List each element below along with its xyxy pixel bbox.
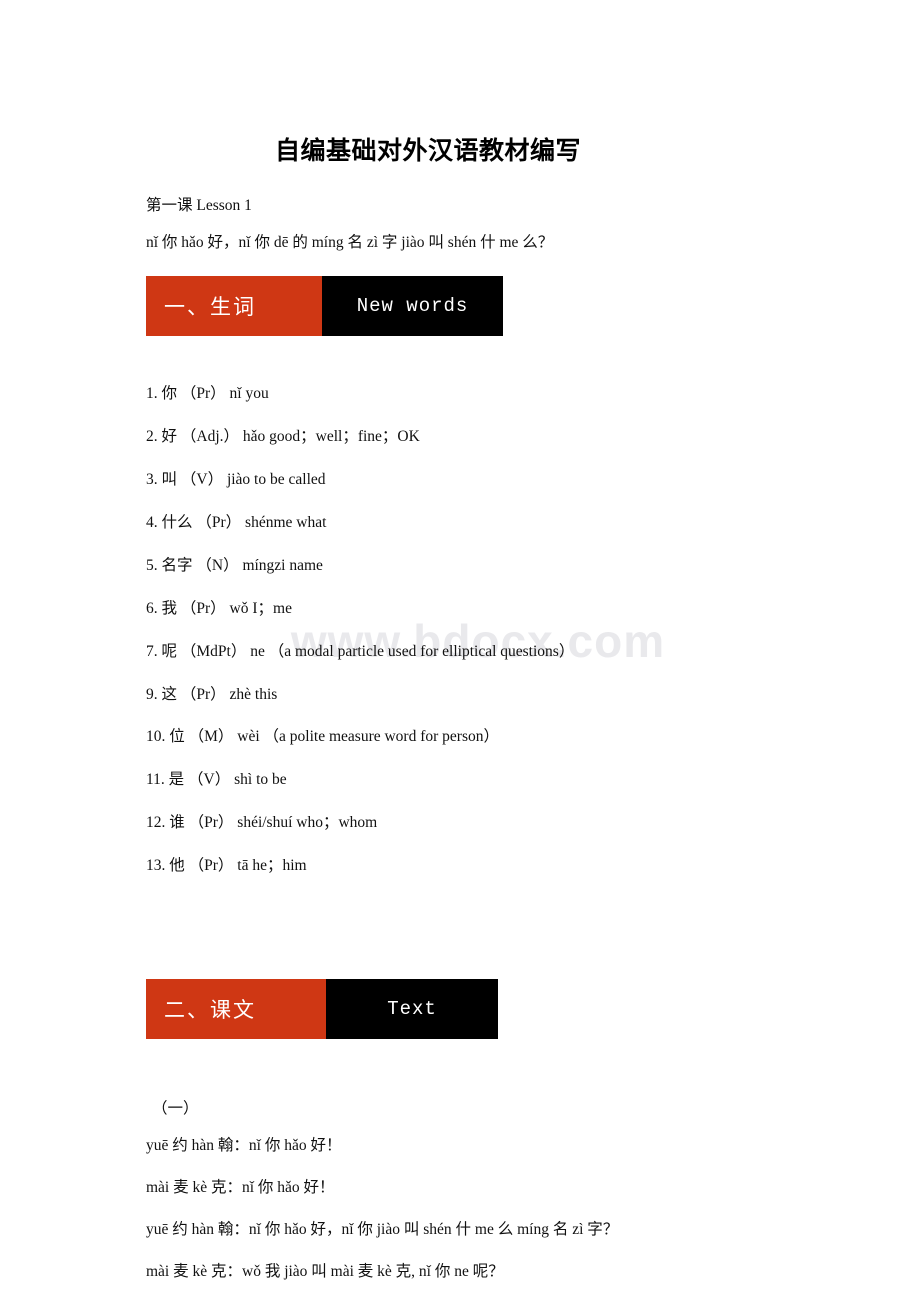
subsection-label: （一） <box>152 1100 199 1118</box>
page-title: 自编基础对外汉语教材编写 <box>274 138 581 165</box>
section-banner-chinese-label: 二、课文 <box>146 979 326 1040</box>
lesson-heading: 第一课 Lesson 1 <box>146 197 252 215</box>
list-item: yuē 约 hàn 翰：nǐ 你 hǎo 好，nǐ 你 jiào 叫 shén … <box>146 1221 619 1238</box>
list-item: 13. 他 （Pr） tā he；him <box>146 857 307 875</box>
list-item: 6. 我 （Pr） wǒ I；me <box>146 599 292 617</box>
list-item: 12. 谁 （Pr） shéi/shuí who；whom <box>146 814 378 832</box>
list-item: 10. 位 （M） wèi （a polite measure word for… <box>146 728 499 746</box>
list-item: 2. 好 （Adj.） hǎo good；well；fine；OK <box>146 428 420 446</box>
list-item: mài 麦 kè 克：nǐ 你 hǎo 好！ <box>146 1179 335 1197</box>
document-page: www.bdocx.com 自编基础对外汉语教材编写 第一课 Lesson 1 … <box>0 0 920 1302</box>
list-item: mài 麦 kè 克：wǒ 我 jiào 叫 mài 麦 kè 克, nǐ 你 … <box>146 1262 504 1280</box>
intro-pinyin-line: nǐ 你 hǎo 好，nǐ 你 dē 的 míng 名 zì 字 jiào 叫 … <box>146 234 554 252</box>
section-banner-text: 二、课文 Text <box>146 979 498 1040</box>
text-section: （一） yuē 约 hàn 翰：nǐ 你 hǎo 好！ mài 麦 kè 克：n… <box>146 1096 860 1283</box>
document-content: 自编基础对外汉语教材编写 第一课 Lesson 1 nǐ 你 hǎo 好，nǐ … <box>0 0 920 1283</box>
list-item: 1. 你 （Pr） nǐ you <box>146 385 269 403</box>
list-item: 11. 是 （V） shì to be <box>146 771 287 789</box>
list-item: 9. 这 （Pr） zhè this <box>146 685 278 703</box>
section-banner-new-words: 一、生词 New words <box>146 276 503 337</box>
section-banner-chinese-label: 一、生词 <box>146 276 322 337</box>
section-banner-english-label: New words <box>322 276 503 337</box>
vocabulary-list: 1. 你 （Pr） nǐ you 2. 好 （Adj.） hǎo good；we… <box>146 384 860 877</box>
dialogue-list: yuē 约 hàn 翰：nǐ 你 hǎo 好！ mài 麦 kè 克：nǐ 你 … <box>146 1136 860 1283</box>
list-item: 5. 名字 （N） míngzi name <box>146 556 323 574</box>
list-item: 7. 呢 （MdPt） ne （a modal particle used fo… <box>146 642 575 660</box>
section-banner-english-label: Text <box>326 979 498 1040</box>
list-item: yuē 约 hàn 翰：nǐ 你 hǎo 好！ <box>146 1137 342 1155</box>
list-item: 4. 什么 （Pr） shénme what <box>146 513 327 531</box>
list-item: 3. 叫 （V） jiào to be called <box>146 470 326 488</box>
